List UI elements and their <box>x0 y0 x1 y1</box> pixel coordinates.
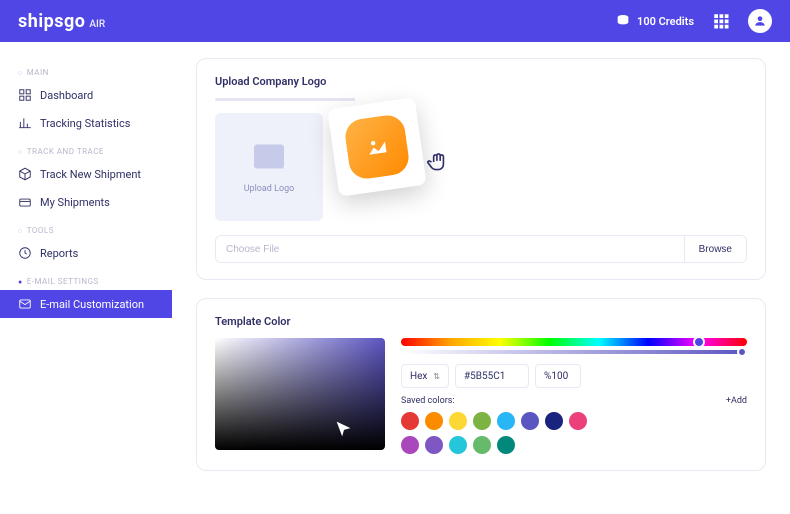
upload-title: Upload Company Logo <box>215 75 747 88</box>
sidebar-item-tracking-stats[interactable]: Tracking Statistics <box>0 109 172 137</box>
logo-blob <box>343 113 411 181</box>
color-swatch[interactable] <box>449 412 467 430</box>
color-swatch[interactable] <box>425 412 443 430</box>
clock-icon <box>18 246 32 260</box>
alpha-knob[interactable] <box>737 347 747 357</box>
color-swatch[interactable] <box>521 412 539 430</box>
dashboard-icon <box>18 88 32 102</box>
user-icon <box>753 14 767 28</box>
hue-knob[interactable] <box>693 336 705 348</box>
color-controls: Hex⇅ #5B55C1 %100 Saved colors: +Add <box>401 338 747 454</box>
upload-box-label: Upload Logo <box>244 184 295 194</box>
grab-hand-icon <box>425 149 451 175</box>
mail-icon <box>18 297 32 311</box>
package-icon <box>18 167 32 181</box>
sidebar-item-email-customization[interactable]: E-mail Customization <box>0 290 172 318</box>
upload-dropzone[interactable]: Upload Logo <box>215 113 323 221</box>
avatar[interactable] <box>748 9 772 33</box>
dragged-logo-preview[interactable] <box>327 97 426 196</box>
sidebar-item-label: Track New Shipment <box>40 168 141 181</box>
brand-logo: shipsgo <box>18 11 85 32</box>
main-content: Upload Company Logo Upload Logo Br <box>172 42 790 514</box>
file-input[interactable] <box>216 236 684 262</box>
chevron-updown-icon: ⇅ <box>433 372 440 381</box>
section-track: TRACK AND TRACE <box>0 143 172 160</box>
color-gradient-picker[interactable] <box>215 338 385 450</box>
section-main: MAIN <box>0 64 172 81</box>
browse-button[interactable]: Browse <box>684 236 746 262</box>
brand: shipsgo AIR <box>18 11 105 32</box>
color-title: Template Color <box>215 315 747 328</box>
color-swatch[interactable] <box>545 412 563 430</box>
top-bar: shipsgo AIR 100 Credits <box>0 0 790 42</box>
sidebar-item-track-new[interactable]: Track New Shipment <box>0 160 172 188</box>
section-email: E-MAIL SETTINGS <box>0 273 172 290</box>
color-card: Template Color Hex⇅ #5B55C1 %100 <box>196 298 766 471</box>
file-row: Browse <box>215 235 747 263</box>
credits-badge[interactable]: 100 Credits <box>615 13 694 29</box>
color-swatch[interactable] <box>425 436 443 454</box>
sidebar-item-label: Tracking Statistics <box>40 117 130 130</box>
chart-icon <box>18 116 32 130</box>
color-swatch[interactable] <box>497 436 515 454</box>
color-swatch[interactable] <box>401 436 419 454</box>
sidebar-item-label: Dashboard <box>40 89 93 102</box>
sidebar-item-label: Reports <box>40 247 78 260</box>
color-swatch[interactable] <box>473 412 491 430</box>
top-right: 100 Credits <box>615 9 772 33</box>
apps-icon[interactable] <box>712 12 730 30</box>
color-swatch[interactable] <box>449 436 467 454</box>
hue-slider[interactable] <box>401 338 747 346</box>
sidebar-item-my-shipments[interactable]: My Shipments <box>0 188 172 216</box>
add-color-button[interactable]: +Add <box>726 396 747 406</box>
image-placeholder-icon <box>246 140 292 176</box>
sidebar-item-label: E-mail Customization <box>40 298 144 311</box>
color-swatch[interactable] <box>401 412 419 430</box>
sidebar: MAIN Dashboard Tracking Statistics TRACK… <box>0 42 172 514</box>
coins-icon <box>615 13 631 29</box>
brand-suffix: AIR <box>89 19 105 30</box>
color-format-select[interactable]: Hex⇅ <box>401 364 449 388</box>
hex-input[interactable]: #5B55C1 <box>455 364 529 388</box>
color-swatch[interactable] <box>473 436 491 454</box>
swatches <box>401 412 601 454</box>
saved-colors-label: Saved colors: <box>401 396 455 406</box>
color-swatch[interactable] <box>569 412 587 430</box>
upload-area: Upload Logo <box>215 113 747 221</box>
sidebar-item-reports[interactable]: Reports <box>0 239 172 267</box>
cursor-click-icon <box>333 418 355 440</box>
sidebar-item-label: My Shipments <box>40 196 110 209</box>
section-tools: TOOLS <box>0 222 172 239</box>
alpha-input[interactable]: %100 <box>535 364 581 388</box>
color-swatch[interactable] <box>497 412 515 430</box>
shipments-icon <box>18 195 32 209</box>
alpha-slider[interactable] <box>401 350 747 354</box>
credits-label: 100 Credits <box>637 15 694 28</box>
upload-card: Upload Company Logo Upload Logo Br <box>196 58 766 280</box>
play-image-icon <box>362 132 391 161</box>
sidebar-item-dashboard[interactable]: Dashboard <box>0 81 172 109</box>
